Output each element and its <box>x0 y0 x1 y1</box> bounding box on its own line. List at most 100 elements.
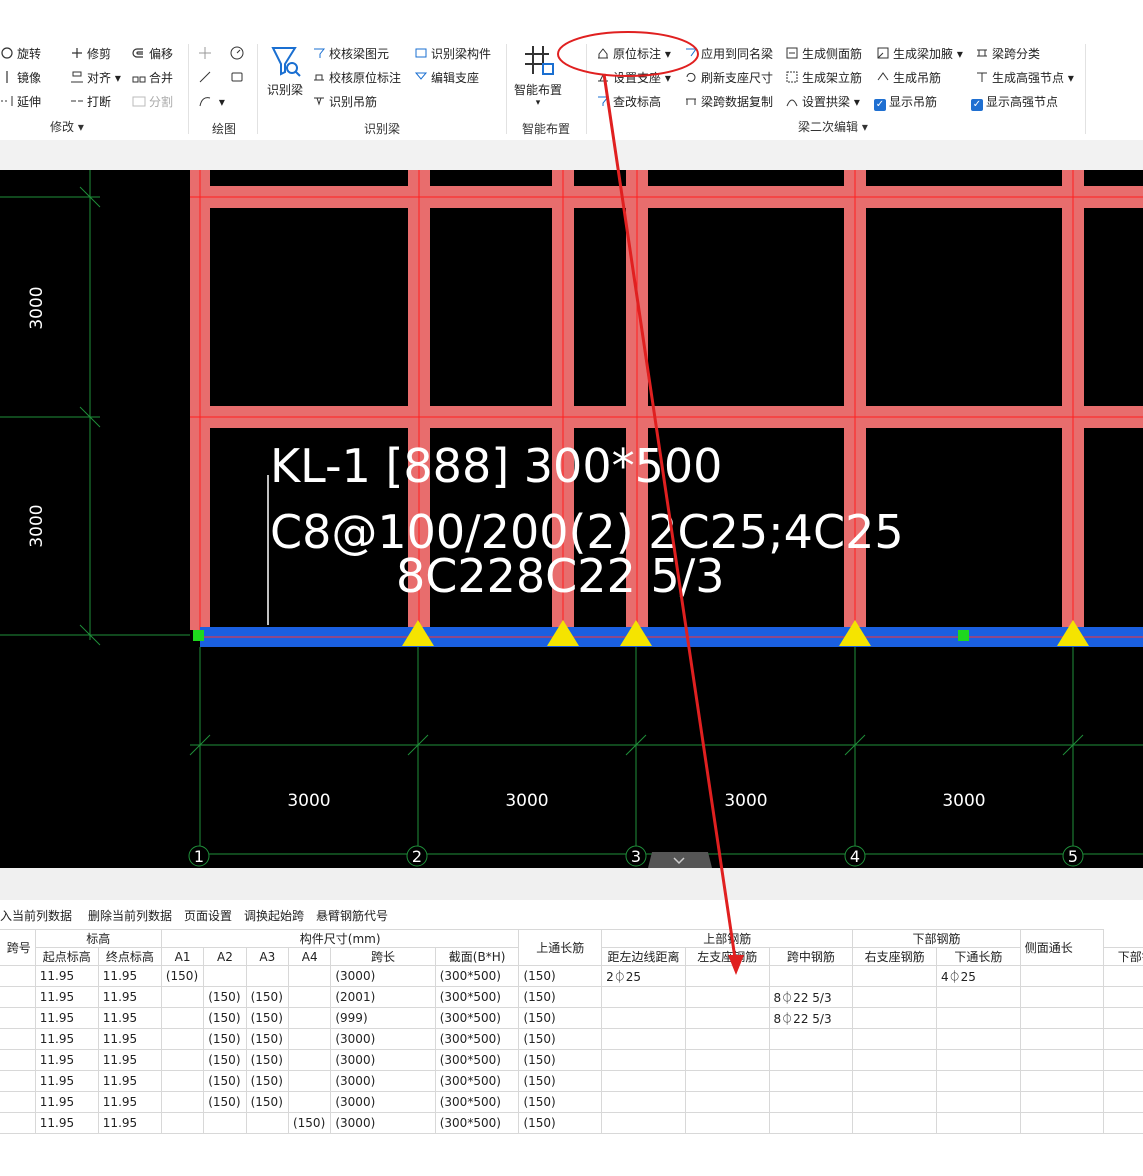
cell-a3[interactable]: (150) <box>245 986 289 1008</box>
cell-a1[interactable] <box>160 1007 205 1029</box>
cad-canvas[interactable]: 3000 3000 KL-1 [888] 300*500 C8@100/200(… <box>0 170 1143 868</box>
cell-a3[interactable] <box>245 1112 289 1134</box>
cell-section[interactable]: (300*500) <box>434 1070 520 1092</box>
cell-side-through[interactable] <box>1103 986 1143 1008</box>
cell-a4[interactable]: (150) <box>287 1112 332 1134</box>
cell-bottom-rebar[interactable] <box>1019 1049 1105 1071</box>
cell-top-through[interactable] <box>601 1007 686 1029</box>
cell-bottom-through[interactable] <box>935 1112 1021 1134</box>
cell-a1[interactable] <box>160 1070 205 1092</box>
cell-top-through[interactable] <box>601 1028 686 1050</box>
table-row[interactable]: 11.95 11.95 (150) (150) (3000) (300*500) (150) <box>0 1070 1143 1092</box>
page-setup-button[interactable]: 页面设置 <box>184 907 232 924</box>
cell-left-support[interactable] <box>684 1049 770 1071</box>
cell-a1[interactable] <box>160 1028 205 1050</box>
cell-section[interactable]: (300*500) <box>434 1049 520 1071</box>
delete-column-button[interactable]: 删除当前列数据 <box>88 907 172 924</box>
cell-a4[interactable] <box>287 1007 332 1029</box>
cell-start-elev[interactable]: 11.95 <box>34 986 99 1008</box>
cell-section[interactable]: (300*500) <box>434 1007 520 1029</box>
cell-end-elev[interactable]: 11.95 <box>97 1007 162 1029</box>
cell-side-through[interactable] <box>1103 1028 1143 1050</box>
cell-a2[interactable]: (150) <box>203 986 247 1008</box>
cell-bottom-through[interactable] <box>935 1007 1021 1029</box>
cell-a4[interactable] <box>287 1070 332 1092</box>
cell-end-elev[interactable]: 11.95 <box>97 986 162 1008</box>
cell-row-number[interactable] <box>0 1091 36 1113</box>
cell-start-elev[interactable]: 11.95 <box>34 1091 99 1113</box>
cell-bottom-through[interactable] <box>935 1049 1021 1071</box>
beam-label-line3[interactable]: 8C228C22 5/3 <box>396 549 725 603</box>
cell-bottom-through[interactable]: 4⏀25 <box>935 965 1021 987</box>
cell-side-through[interactable] <box>1103 1112 1143 1134</box>
cell-top-through[interactable] <box>601 986 686 1008</box>
cell-right-support[interactable] <box>852 1007 937 1029</box>
cell-a2[interactable]: (150) <box>203 1091 247 1113</box>
cell-end-elev[interactable]: 11.95 <box>97 1070 162 1092</box>
cell-span-length[interactable]: (3000) <box>330 1028 436 1050</box>
cell-end-elev[interactable]: 11.95 <box>97 1028 162 1050</box>
cell-bottom-rebar[interactable] <box>1019 1112 1105 1134</box>
cell-end-elev[interactable]: 11.95 <box>97 1112 162 1134</box>
cell-right-support[interactable] <box>852 1091 937 1113</box>
beam-start-grip[interactable] <box>193 630 204 641</box>
cell-a3[interactable]: (150) <box>245 1028 289 1050</box>
cell-mid-span[interactable]: 8⏀22 5/3 <box>768 986 854 1008</box>
cell-left-support[interactable] <box>684 965 770 987</box>
cell-a3[interactable] <box>245 965 289 987</box>
cell-side-through[interactable] <box>1103 965 1143 987</box>
table-row[interactable]: 11.95 11.95 (150) (150) (999) (300*500) (150) 8… <box>0 1007 1143 1029</box>
cell-bottom-rebar[interactable] <box>1019 965 1105 987</box>
cell-top-through[interactable] <box>601 1070 686 1092</box>
cell-start-elev[interactable]: 11.95 <box>34 1112 99 1134</box>
beam-mid-grip[interactable] <box>958 630 969 641</box>
cell-left-edge-dist[interactable]: (150) <box>518 986 603 1008</box>
cell-mid-span[interactable] <box>768 1112 854 1134</box>
cell-a2[interactable]: (150) <box>203 1028 247 1050</box>
panel-collapse-handle[interactable] <box>648 852 712 868</box>
cell-bottom-through[interactable] <box>935 986 1021 1008</box>
cell-left-support[interactable] <box>684 1007 770 1029</box>
cell-top-through[interactable] <box>601 1091 686 1113</box>
table-row[interactable]: 11.95 11.95 (150) (150) (3000) (300*500) (150) <box>0 1049 1143 1071</box>
cell-top-through[interactable] <box>601 1049 686 1071</box>
cell-bottom-rebar[interactable] <box>1019 1007 1105 1029</box>
cell-a4[interactable] <box>287 1091 332 1113</box>
cell-right-support[interactable] <box>852 1112 937 1134</box>
cantilever-code-button[interactable]: 悬臂钢筋代号 <box>316 907 388 924</box>
cell-span-length[interactable]: (999) <box>330 1007 436 1029</box>
cell-span-length[interactable]: (3000) <box>330 1091 436 1113</box>
cell-right-support[interactable] <box>852 1070 937 1092</box>
cell-start-elev[interactable]: 11.95 <box>34 1007 99 1029</box>
cell-top-through[interactable]: 2⏀25 <box>601 965 686 987</box>
cell-left-edge-dist[interactable]: (150) <box>518 965 603 987</box>
table-row[interactable]: 11.95 11.95 (150) (150) (3000) (300*500) (150) <box>0 1091 1143 1113</box>
cell-a4[interactable] <box>287 965 332 987</box>
cell-bottom-rebar[interactable] <box>1019 1028 1105 1050</box>
cell-start-elev[interactable]: 11.95 <box>34 965 99 987</box>
cell-left-edge-dist[interactable]: (150) <box>518 1070 603 1092</box>
cell-left-support[interactable] <box>684 1028 770 1050</box>
cell-a1[interactable]: (150) <box>160 965 205 987</box>
cell-left-support[interactable] <box>684 1091 770 1113</box>
cell-side-through[interactable] <box>1103 1091 1143 1113</box>
cell-a4[interactable] <box>287 1028 332 1050</box>
cell-right-support[interactable] <box>852 986 937 1008</box>
cell-right-support[interactable] <box>852 965 937 987</box>
cell-a2[interactable]: (150) <box>203 1007 247 1029</box>
cell-a2[interactable] <box>203 965 247 987</box>
cell-row-number[interactable] <box>0 1028 36 1050</box>
cell-side-through[interactable] <box>1103 1007 1143 1029</box>
cell-side-through[interactable] <box>1103 1049 1143 1071</box>
cell-row-number[interactable] <box>0 1112 36 1134</box>
cell-a2[interactable] <box>203 1112 247 1134</box>
cell-bottom-through[interactable] <box>935 1028 1021 1050</box>
cell-left-edge-dist[interactable]: (150) <box>518 1112 603 1134</box>
cell-section[interactable]: (300*500) <box>434 1112 520 1134</box>
cell-row-number[interactable] <box>0 1070 36 1092</box>
insert-column-button[interactable]: 插入当前列数据 <box>0 907 72 924</box>
cell-left-edge-dist[interactable]: (150) <box>518 1049 603 1071</box>
cell-a3[interactable]: (150) <box>245 1007 289 1029</box>
cell-row-number[interactable] <box>0 1049 36 1071</box>
cell-top-through[interactable] <box>601 1112 686 1134</box>
